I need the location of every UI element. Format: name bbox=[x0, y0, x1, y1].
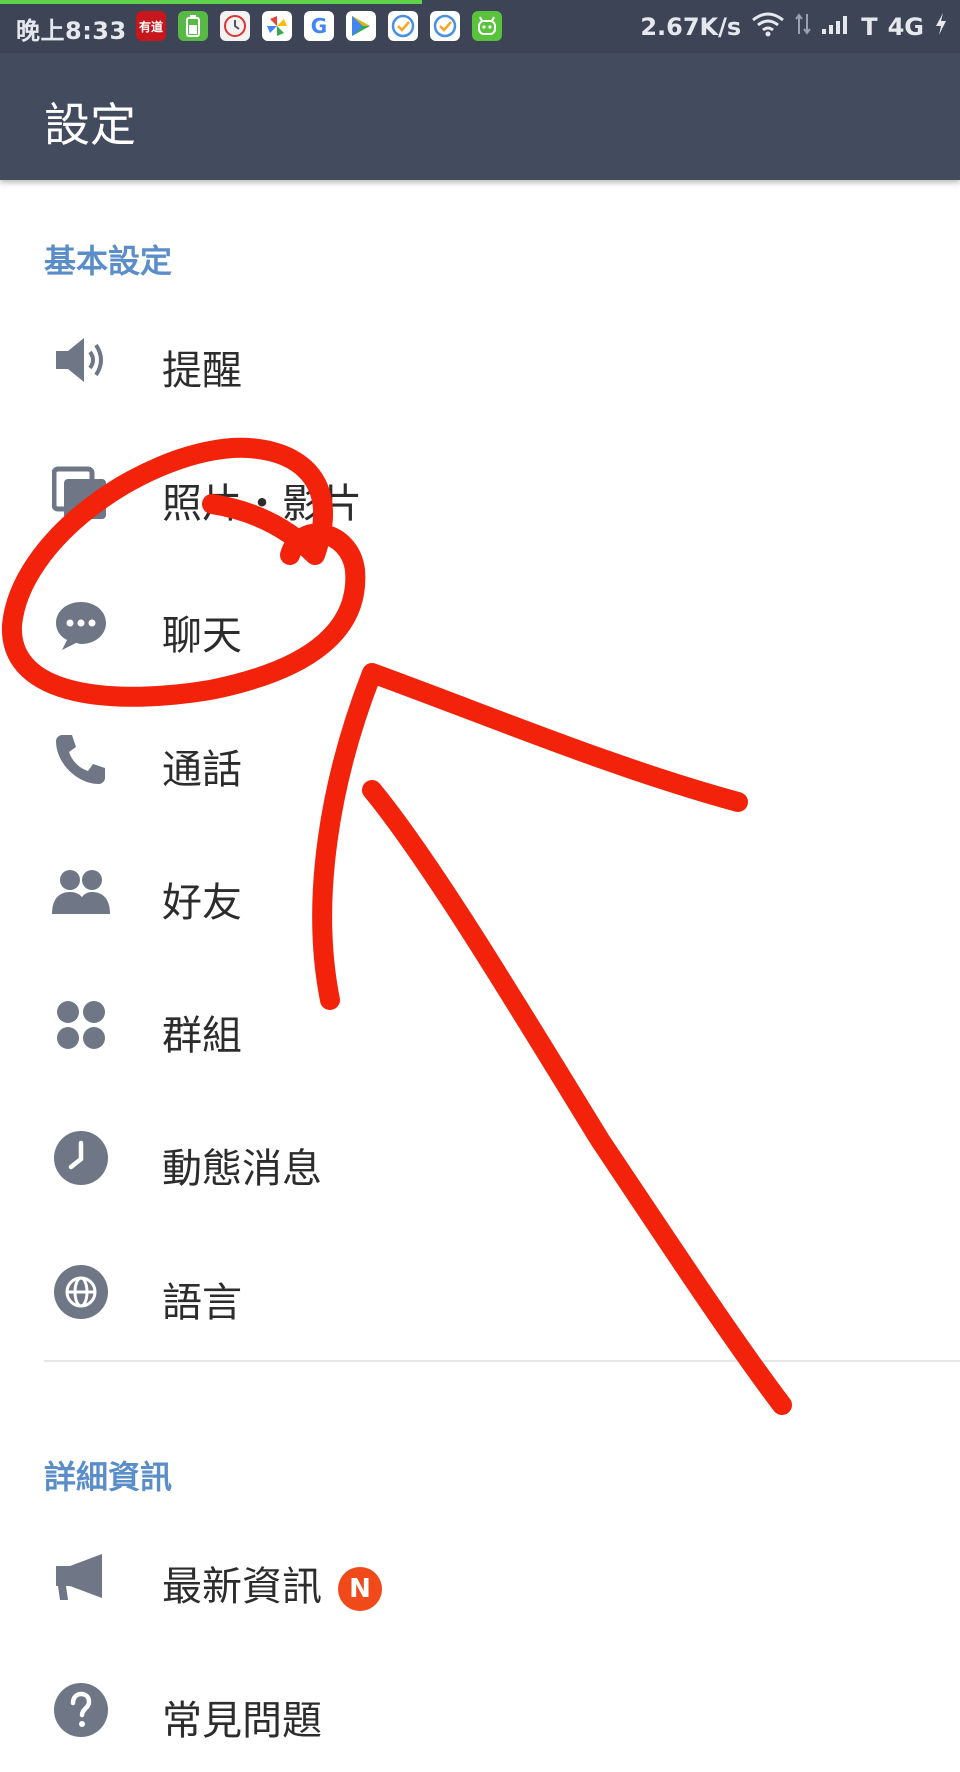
settings-item-label: 群組 bbox=[162, 1013, 242, 1059]
megaphone-icon bbox=[52, 1548, 110, 1604]
settings-item-label: 最新資訊 bbox=[162, 1564, 322, 1610]
android-app-icon bbox=[472, 11, 502, 41]
friends-icon bbox=[52, 864, 110, 920]
settings-item-label: 通話 bbox=[162, 747, 242, 793]
page-title: 設定 bbox=[44, 98, 136, 152]
clock-icon bbox=[52, 1130, 110, 1186]
play-store-icon bbox=[346, 11, 376, 41]
status-time: 晚上8:33 bbox=[16, 17, 127, 45]
settings-item-label: 動態消息 bbox=[162, 1146, 322, 1192]
status-bar: 晚上8:33 有道 G 2.67K/s T 4G bbox=[0, 0, 960, 53]
task-check-icon bbox=[388, 11, 418, 41]
carrier-label: T bbox=[861, 13, 878, 41]
settings-item-label: 聊天 bbox=[162, 613, 242, 659]
section-header-basic: 基本設定 bbox=[44, 242, 173, 280]
settings-item-label: 好友 bbox=[162, 880, 242, 926]
groups-icon bbox=[52, 997, 110, 1053]
help-icon bbox=[52, 1682, 110, 1738]
section-divider bbox=[44, 1360, 960, 1362]
photos-videos-icon bbox=[51, 465, 110, 521]
settings-item-photos-videos[interactable]: 照片・影片 bbox=[0, 431, 960, 555]
notification-icons: 有道 G bbox=[136, 11, 502, 41]
speaker-icon bbox=[52, 332, 110, 388]
wifi-icon bbox=[751, 11, 785, 43]
photos-icon bbox=[262, 11, 292, 41]
new-badge: N bbox=[338, 1567, 382, 1611]
data-transfer-icon bbox=[795, 12, 812, 42]
settings-item-label: 照片・影片 bbox=[162, 481, 362, 527]
settings-item-label: 提醒 bbox=[162, 348, 242, 394]
settings-item-timeline[interactable]: 動態消息 bbox=[0, 1096, 960, 1220]
youdao-icon: 有道 bbox=[136, 11, 166, 41]
settings-item-language[interactable]: 語言 bbox=[0, 1230, 960, 1354]
signal-icon bbox=[821, 13, 851, 41]
settings-item-groups[interactable]: 群組 bbox=[0, 963, 960, 1087]
settings-item-chat[interactable]: 聊天 bbox=[0, 563, 960, 687]
settings-item-news-label: 最新資訊 N bbox=[162, 1554, 382, 1612]
loading-progress-bar bbox=[0, 0, 422, 4]
section-header-details: 詳細資訊 bbox=[44, 1458, 173, 1496]
settings-item-friends[interactable]: 好友 bbox=[0, 830, 960, 954]
phone-icon bbox=[52, 731, 110, 787]
clock-app-icon bbox=[220, 11, 250, 41]
settings-item-faq[interactable]: 常見問題 bbox=[0, 1648, 960, 1772]
app-toolbar: 設定 bbox=[0, 53, 960, 180]
globe-icon bbox=[52, 1264, 110, 1320]
settings-item-calls[interactable]: 通話 bbox=[0, 697, 960, 821]
settings-item-label: 語言 bbox=[162, 1280, 242, 1326]
status-indicators: 2.67K/s T 4G bbox=[640, 11, 948, 43]
network-speed: 2.67K/s bbox=[640, 13, 742, 41]
settings-item-news[interactable]: 最新資訊 N bbox=[0, 1514, 960, 1638]
settings-item-label: 常見問題 bbox=[162, 1698, 322, 1744]
charging-icon bbox=[934, 12, 948, 42]
battery-app-icon bbox=[178, 11, 208, 41]
settings-item-notifications[interactable]: 提醒 bbox=[0, 298, 960, 422]
network-type: 4G bbox=[887, 13, 924, 41]
task-check-icon-2 bbox=[430, 11, 460, 41]
chat-bubble-icon bbox=[52, 597, 110, 653]
google-icon: G bbox=[304, 11, 334, 41]
